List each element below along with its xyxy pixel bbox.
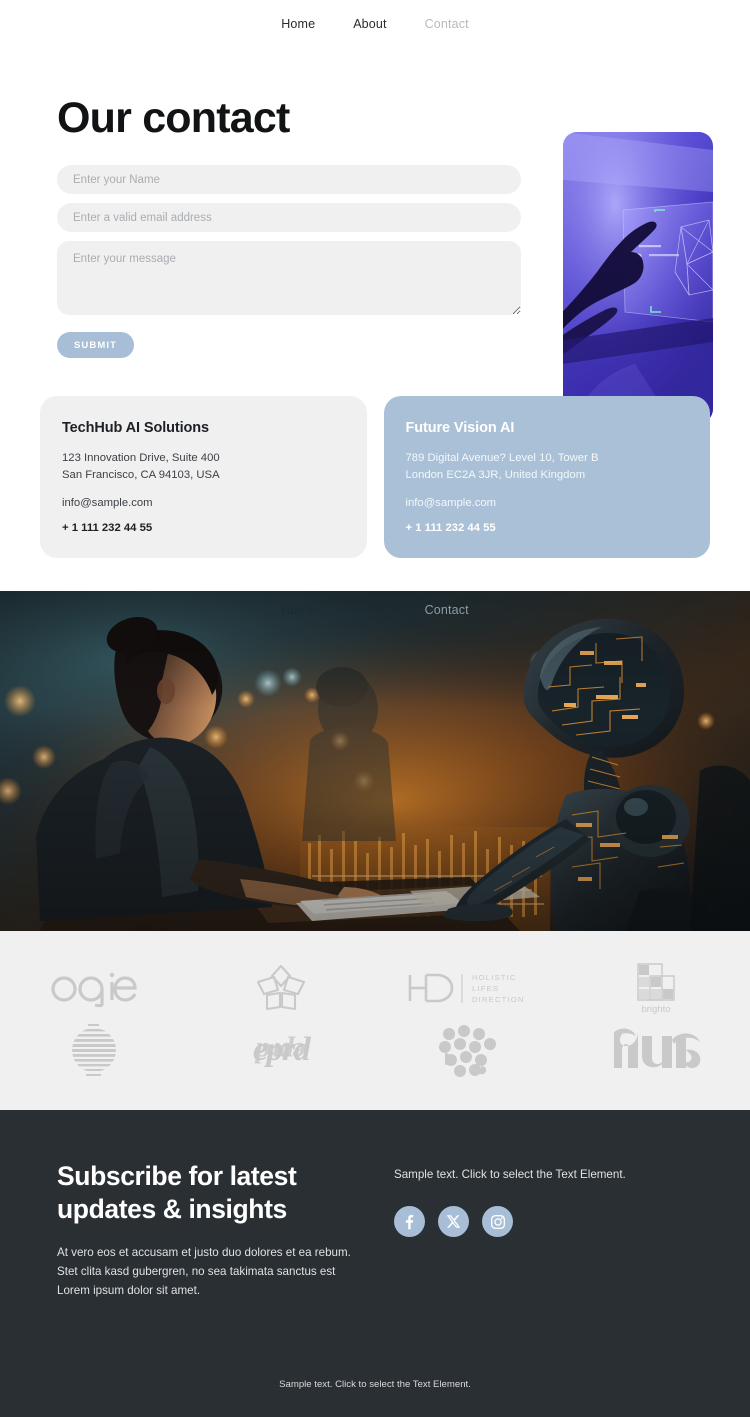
logo-nu	[563, 1019, 750, 1081]
instagram-icon	[490, 1214, 505, 1229]
nav-item-contact[interactable]: Contact	[425, 17, 469, 31]
contact-section: Our contact SUBMIT	[0, 47, 750, 423]
logo-brighto: brighto	[563, 957, 750, 1019]
hero-nav-item-contact[interactable]: Contact	[425, 603, 469, 617]
card-address-line-2: London EC2A 3JR, United Kingdom	[405, 468, 586, 481]
logo-dot-lattice	[375, 1019, 563, 1081]
hero-nav-item-about[interactable]: About	[353, 603, 386, 617]
svg-text:DIRECTION: DIRECTION	[472, 995, 525, 1004]
contact-cards: TechHub AI Solutions 123 Innovation Driv…	[0, 396, 750, 558]
logo-row-1: HOLISTIC LIFES DIRECTION brighto	[0, 957, 750, 1019]
eprd-wordmark-icon: eprd eprd	[253, 1031, 313, 1069]
footer-body-line-1: At vero eos et accusam et justo duo dolo…	[57, 1246, 351, 1259]
logo-striped-sphere	[0, 1019, 188, 1081]
hero-nav-item-home[interactable]: Home	[281, 603, 315, 617]
card-title: TechHub AI Solutions	[62, 420, 210, 436]
nav-item-home[interactable]: Home	[281, 17, 315, 31]
striped-sphere-icon	[71, 1024, 116, 1076]
hero-navigation: Home About Contact	[0, 591, 750, 628]
footer-title: Subscribe for latest updates & insights	[57, 1160, 357, 1226]
name-input[interactable]	[57, 165, 521, 194]
hd-holistic-lifes-direction-icon: HOLISTIC LIFES DIRECTION	[408, 973, 525, 1004]
client-logos-section: HOLISTIC LIFES DIRECTION brighto eprd ep…	[0, 931, 750, 1110]
logo-hd-holistic: HOLISTIC LIFES DIRECTION	[375, 957, 563, 1019]
ogie-wordmark-icon	[51, 972, 137, 1008]
card-phone[interactable]: + 1 111 232 44 55	[406, 522, 689, 534]
x-twitter-link[interactable]	[438, 1206, 469, 1237]
card-email[interactable]: info@sample.com	[406, 497, 689, 509]
touchscreen-image	[563, 132, 713, 423]
facebook-icon	[405, 1214, 414, 1230]
svg-text:eprd: eprd	[254, 1036, 305, 1069]
footer-social-block: Sample text. Click to select the Text El…	[394, 1168, 626, 1237]
page-title: Our contact	[57, 94, 290, 142]
hero-image-section: Home About Contact	[0, 591, 750, 931]
svg-text:HOLISTIC: HOLISTIC	[472, 973, 517, 982]
contact-form: SUBMIT	[57, 165, 521, 358]
message-textarea[interactable]	[57, 241, 521, 315]
card-address-line-2: San Francisco, CA 94103, USA	[62, 468, 220, 481]
nu-wordmark-icon	[614, 1028, 701, 1068]
footer-body-line-2: Stet clita kasd gubergren, no sea takima…	[57, 1265, 336, 1278]
footer-title-line-1: Subscribe for latest	[57, 1161, 297, 1191]
footer-title-line-2: updates & insights	[57, 1194, 287, 1224]
top-navigation: Home About Contact	[0, 0, 750, 47]
brighto-icon: brighto	[637, 963, 675, 1015]
flower-star-icon	[257, 964, 306, 1011]
svg-text:brighto: brighto	[642, 1004, 671, 1015]
dot-lattice-icon	[438, 1025, 496, 1077]
logo-row-2: eprd eprd	[0, 1019, 750, 1081]
social-links	[394, 1206, 626, 1237]
instagram-link[interactable]	[482, 1206, 513, 1237]
card-title: Future Vision AI	[405, 420, 515, 436]
footer-sample-text: Sample text. Click to select the Text El…	[394, 1168, 626, 1181]
card-phone[interactable]: + 1 111 232 44 55	[62, 522, 345, 534]
footer-bottom-text: Sample text. Click to select the Text El…	[279, 1379, 471, 1390]
footer-subscribe-block: Subscribe for latest updates & insights …	[57, 1160, 357, 1300]
submit-button[interactable]: SUBMIT	[57, 332, 134, 358]
contact-card-techhub: TechHub AI Solutions 123 Innovation Driv…	[40, 396, 367, 558]
card-address-line-1: 789 Digital Avenue? Level 10, Tower B	[405, 452, 599, 464]
footer-body-line-3: Lorem ipsum dolor sit amet.	[57, 1284, 201, 1297]
logo-eprd: eprd eprd	[188, 1019, 376, 1081]
card-email[interactable]: info@sample.com	[62, 497, 345, 509]
footer-body-text: At vero eos et accusam et justo duo dolo…	[57, 1243, 357, 1300]
facebook-link[interactable]	[394, 1206, 425, 1237]
footer: Subscribe for latest updates & insights …	[0, 1110, 750, 1417]
contact-card-futurevision: Future Vision AI 789 Digital Avenue? Lev…	[383, 396, 710, 558]
logo-ogie	[0, 957, 188, 1019]
nav-item-about[interactable]: About	[353, 17, 386, 31]
card-address-line-1: 123 Innovation Drive, Suite 400	[62, 452, 220, 464]
logo-flower-star	[188, 957, 376, 1019]
email-input[interactable]	[57, 203, 521, 232]
hero-illustration	[0, 591, 750, 931]
svg-text:LIFES: LIFES	[472, 984, 499, 993]
x-twitter-icon	[446, 1215, 461, 1228]
